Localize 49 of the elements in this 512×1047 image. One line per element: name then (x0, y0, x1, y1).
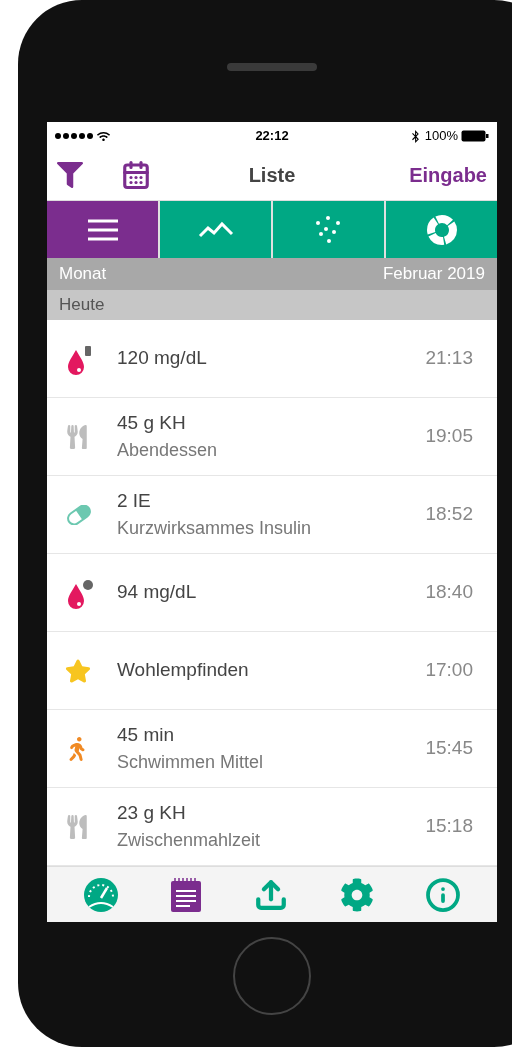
home-button[interactable] (233, 937, 311, 1015)
menu-icon (85, 217, 120, 242)
donut-chart-icon (425, 213, 458, 246)
calendar-icon[interactable] (121, 160, 151, 190)
log-entry[interactable]: 94 mg/dL 18:40 (47, 554, 497, 632)
entry-value: 45 g KH (117, 410, 187, 435)
upload-icon[interactable] (254, 877, 288, 912)
status-time: 22:12 (255, 127, 289, 146)
line-chart-icon (197, 220, 234, 239)
entry-time: 15:45 (425, 736, 473, 761)
entry-value: 23 g KH (117, 800, 187, 825)
entry-time: 18:52 (425, 502, 473, 527)
entry-value: Wohlempfinden (117, 658, 250, 683)
log-entry[interactable]: 45 g KH Abendessen 19:05 (47, 398, 497, 476)
screen-title: Liste (248, 163, 296, 188)
wifi-icon (97, 129, 110, 143)
entry-time: 18:40 (425, 580, 473, 605)
entry-time: 17:00 (425, 658, 473, 683)
fork-knife-icon (65, 424, 89, 449)
entry-time: 15:18 (425, 814, 473, 839)
month-label: Monat (59, 263, 107, 286)
fork-knife-icon (65, 814, 89, 839)
view-tab[interactable] (47, 201, 158, 258)
signal-dots-icon (55, 132, 93, 140)
entry-description: Abendessen (117, 439, 219, 463)
entry-time: 21:13 (425, 346, 473, 371)
entry-value: 45 min (117, 722, 176, 747)
entry-time: 19:05 (425, 424, 473, 449)
month-value: Februar 2019 (382, 263, 485, 286)
notepad-icon[interactable] (170, 876, 203, 913)
log-entry[interactable]: 45 min Schwimmen Mittel 15:45 (47, 710, 497, 788)
log-entry[interactable]: 2 IE Kurzwirksammes Insulin 18:52 (47, 476, 497, 554)
entry-value: 2 IE (117, 488, 152, 513)
entry-value: 94 mg/dL (117, 580, 198, 605)
entry-description: Schwimmen Mittel (117, 751, 265, 775)
battery-icon (461, 130, 489, 142)
battery-percent: 100% (424, 127, 458, 146)
settings-icon[interactable] (339, 877, 374, 912)
entry-description: Kurzwirksammes Insulin (117, 517, 313, 541)
speedometer-icon[interactable] (82, 876, 119, 913)
log-entry[interactable]: 120 mg/dL 21:13 (47, 320, 497, 398)
input-button[interactable]: Eingabe (357, 160, 487, 190)
filter-icon[interactable] (57, 162, 83, 188)
star-icon (65, 657, 91, 684)
entry-value: 120 mg/dL (117, 346, 208, 371)
log-entry[interactable]: Wohlempfinden 17:00 (47, 632, 497, 710)
info-icon[interactable] (425, 876, 462, 913)
section-label: Heute (59, 294, 105, 317)
entry-description: Zwischenmahlzeit (117, 829, 262, 853)
